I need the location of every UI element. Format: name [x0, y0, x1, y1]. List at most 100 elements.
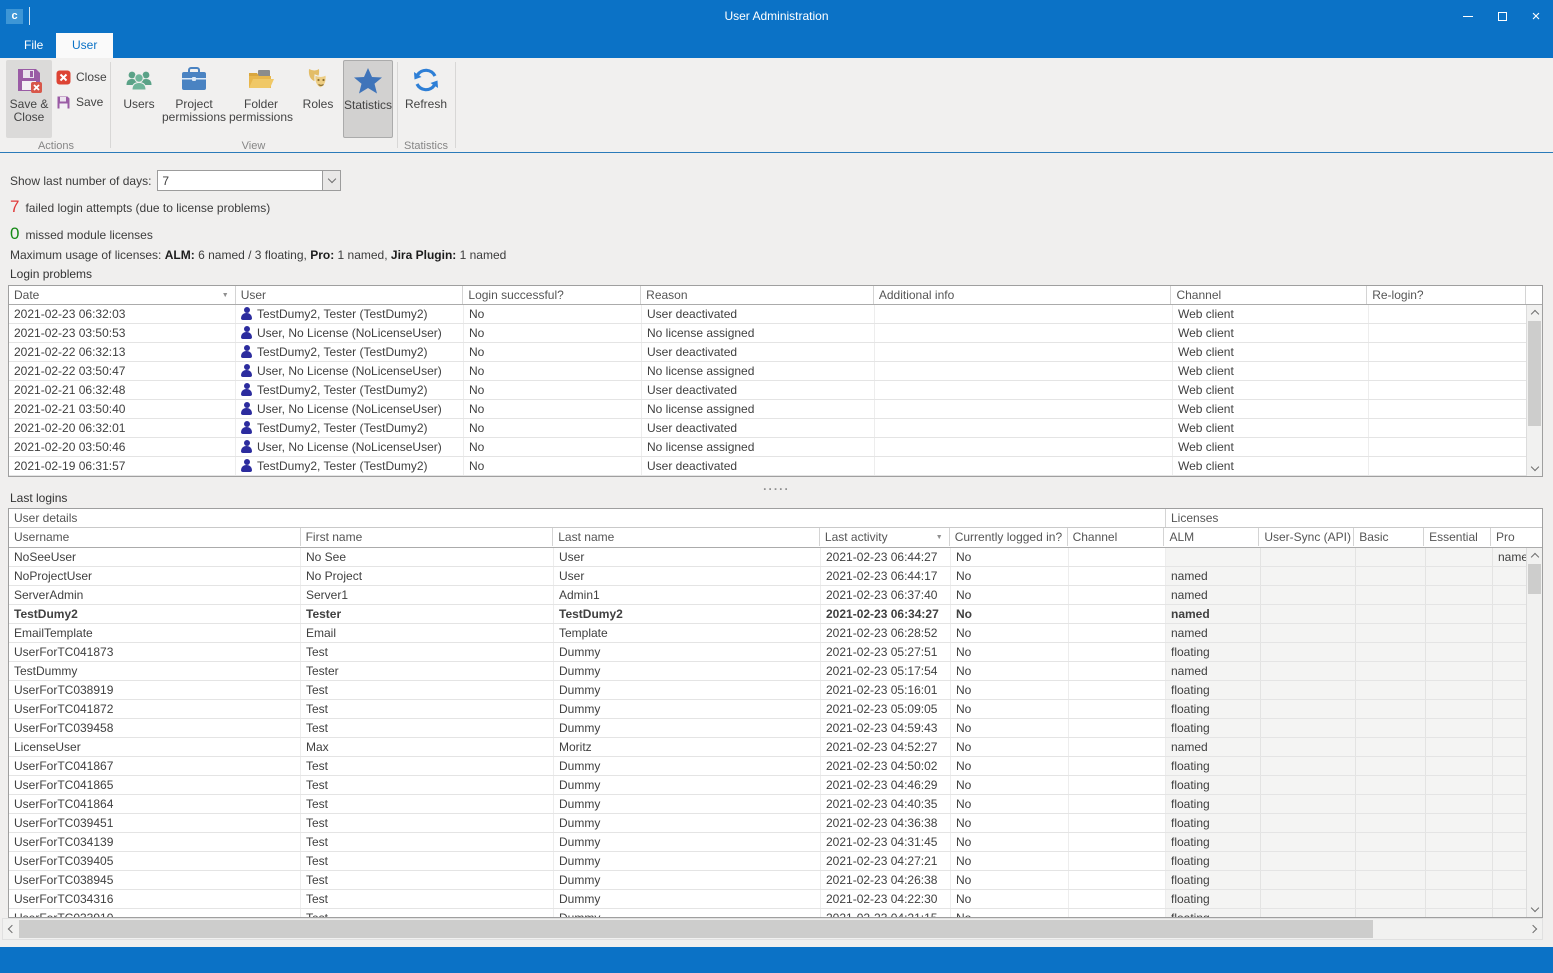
- close-button[interactable]: ×: [1519, 0, 1553, 33]
- table-row[interactable]: ServerAdminServer1Admin12021-02-23 06:37…: [9, 586, 1542, 605]
- minimize-icon: [1463, 16, 1473, 17]
- cell-activity: 2021-02-23 04:40:35: [821, 795, 951, 813]
- maximize-button[interactable]: [1485, 0, 1519, 33]
- scrollbar-thumb[interactable]: [1528, 564, 1541, 594]
- table-row[interactable]: UserForTC034316TestDummy2021-02-23 04:22…: [9, 890, 1542, 909]
- table-row[interactable]: 2021-02-19 06:31:57TestDumy2, Tester (Te…: [9, 457, 1542, 476]
- login-problems-vertical-scrollbar[interactable]: [1526, 305, 1542, 476]
- cell-alm: floating: [1166, 833, 1261, 851]
- project-permissions-button[interactable]: Project permissions: [165, 60, 223, 138]
- column-header-channel[interactable]: Channel: [1068, 528, 1165, 546]
- users-button[interactable]: Users: [117, 60, 161, 138]
- minimize-button[interactable]: [1451, 0, 1485, 33]
- roles-button[interactable]: Roles: [298, 60, 338, 138]
- table-row[interactable]: 2021-02-23 03:50:53User, No License (NoL…: [9, 324, 1542, 343]
- scrollbar-thumb[interactable]: [1528, 321, 1541, 426]
- horizontal-scrollbar[interactable]: [2, 918, 1543, 940]
- cell-usersync: [1261, 738, 1356, 756]
- cell-user: User, No License (NoLicenseUser): [236, 400, 464, 418]
- combo-dropdown-button[interactable]: [322, 171, 340, 190]
- column-header-channel[interactable]: Channel: [1171, 286, 1367, 304]
- close-action-button[interactable]: Close: [56, 66, 107, 88]
- scroll-up-button[interactable]: [1527, 548, 1542, 563]
- cell-first: Test: [301, 852, 554, 870]
- column-header-date[interactable]: Date▼: [9, 286, 236, 304]
- table-row[interactable]: UserForTC038919TestDummy2021-02-23 05:16…: [9, 681, 1542, 700]
- table-row[interactable]: TestDummyTesterDummy2021-02-23 05:17:54N…: [9, 662, 1542, 681]
- last-logins-vertical-scrollbar[interactable]: [1526, 548, 1542, 917]
- maximize-icon: [1498, 12, 1507, 21]
- table-row[interactable]: LicenseUserMaxMoritz2021-02-23 04:52:27N…: [9, 738, 1542, 757]
- column-header-basic[interactable]: Basic: [1354, 528, 1424, 546]
- table-row[interactable]: 2021-02-21 03:50:40User, No License (NoL…: [9, 400, 1542, 419]
- table-row[interactable]: NoProjectUserNo ProjectUser2021-02-23 06…: [9, 567, 1542, 586]
- table-row[interactable]: 2021-02-22 06:32:13TestDumy2, Tester (Te…: [9, 343, 1542, 362]
- table-row[interactable]: 2021-02-22 03:50:47User, No License (NoL…: [9, 362, 1542, 381]
- table-row[interactable]: 2021-02-20 03:50:46User, No License (NoL…: [9, 438, 1542, 457]
- close-action-icon: [56, 70, 71, 85]
- column-header-currently-logged-in[interactable]: Currently logged in?: [950, 528, 1068, 546]
- column-header-last-activity[interactable]: Last activity▼: [820, 528, 950, 546]
- close-action-label: Close: [76, 70, 107, 84]
- column-header-user[interactable]: User: [236, 286, 464, 304]
- cell-logged: No: [951, 719, 1069, 737]
- table-row[interactable]: UserForTC038945TestDummy2021-02-23 04:26…: [9, 871, 1542, 890]
- table-row[interactable]: UserForTC041867TestDummy2021-02-23 04:50…: [9, 757, 1542, 776]
- table-row[interactable]: NoSeeUserNo SeeUser2021-02-23 06:44:27No…: [9, 548, 1542, 567]
- cell-channel: Web client: [1173, 362, 1369, 380]
- cell-last: Dummy: [554, 700, 821, 718]
- table-row[interactable]: UserForTC039405TestDummy2021-02-23 04:27…: [9, 852, 1542, 871]
- days-combobox[interactable]: 7: [157, 170, 341, 191]
- column-header-relogin[interactable]: Re-login?: [1367, 286, 1526, 304]
- table-row[interactable]: UserForTC041865TestDummy2021-02-23 04:46…: [9, 776, 1542, 795]
- table-row[interactable]: UserForTC041873TestDummy2021-02-23 05:27…: [9, 643, 1542, 662]
- scroll-down-button[interactable]: [1527, 902, 1542, 917]
- cell-first: Test: [301, 757, 554, 775]
- scrollbar-thumb[interactable]: [19, 920, 1373, 938]
- table-row[interactable]: UserForTC039458TestDummy2021-02-23 04:59…: [9, 719, 1542, 738]
- cell-channel: Web client: [1173, 419, 1369, 437]
- scroll-right-button[interactable]: [1526, 919, 1542, 939]
- cell-pro: [1493, 605, 1528, 623]
- tab-user[interactable]: User: [56, 33, 113, 58]
- column-header-last-name[interactable]: Last name: [553, 528, 820, 546]
- column-header-first-name[interactable]: First name: [301, 528, 554, 546]
- column-header-username[interactable]: Username: [9, 528, 301, 546]
- cell-pro: [1493, 719, 1528, 737]
- column-header-essential[interactable]: Essential: [1424, 528, 1491, 546]
- table-row[interactable]: 2021-02-21 06:32:48TestDumy2, Tester (Te…: [9, 381, 1542, 400]
- splitter-handle[interactable]: .....: [0, 478, 1553, 493]
- table-row[interactable]: 2021-02-20 06:32:01TestDumy2, Tester (Te…: [9, 419, 1542, 438]
- column-header-reason[interactable]: Reason: [641, 286, 874, 304]
- column-header-alm[interactable]: ALM: [1164, 528, 1259, 546]
- cell-alm: floating: [1166, 643, 1261, 661]
- column-header-additional-info[interactable]: Additional info: [874, 286, 1172, 304]
- table-row[interactable]: UserForTC041872TestDummy2021-02-23 05:09…: [9, 700, 1542, 719]
- table-row[interactable]: EmailTemplateEmailTemplate2021-02-23 06:…: [9, 624, 1542, 643]
- scroll-left-button[interactable]: [3, 919, 19, 939]
- table-row[interactable]: UserForTC033910TestDummy2021-02-23 04:21…: [9, 909, 1542, 917]
- folder-permissions-button[interactable]: Folder permissions: [229, 60, 293, 138]
- statistics-button[interactable]: Statistics: [343, 60, 393, 138]
- ribbon-tab-band: File User: [0, 33, 1553, 58]
- statistics-label: Statistics: [344, 99, 392, 112]
- cell-channel: Web client: [1173, 400, 1369, 418]
- save-and-close-button[interactable]: Save & Close: [6, 60, 52, 138]
- column-header-pro[interactable]: Pro: [1491, 528, 1526, 546]
- column-header-login-successful[interactable]: Login successful?: [463, 286, 641, 304]
- tab-file[interactable]: File: [8, 33, 59, 58]
- table-row[interactable]: TestDumy2TesterTestDumy22021-02-23 06:34…: [9, 605, 1542, 624]
- save-button[interactable]: Save: [56, 91, 103, 113]
- group-separator: [397, 62, 398, 148]
- scroll-down-button[interactable]: [1527, 461, 1542, 476]
- table-row[interactable]: UserForTC034139TestDummy2021-02-23 04:31…: [9, 833, 1542, 852]
- cell-success: No: [464, 400, 642, 418]
- table-row[interactable]: UserForTC041864TestDummy2021-02-23 04:40…: [9, 795, 1542, 814]
- refresh-button[interactable]: Refresh: [401, 60, 451, 138]
- column-header-user-sync[interactable]: User-Sync (API): [1259, 528, 1354, 546]
- cell-channel: Web client: [1173, 457, 1369, 475]
- table-row[interactable]: 2021-02-23 06:32:03TestDumy2, Tester (Te…: [9, 305, 1542, 324]
- scroll-up-button[interactable]: [1527, 305, 1542, 320]
- user-icon: [241, 440, 252, 453]
- table-row[interactable]: UserForTC039451TestDummy2021-02-23 04:36…: [9, 814, 1542, 833]
